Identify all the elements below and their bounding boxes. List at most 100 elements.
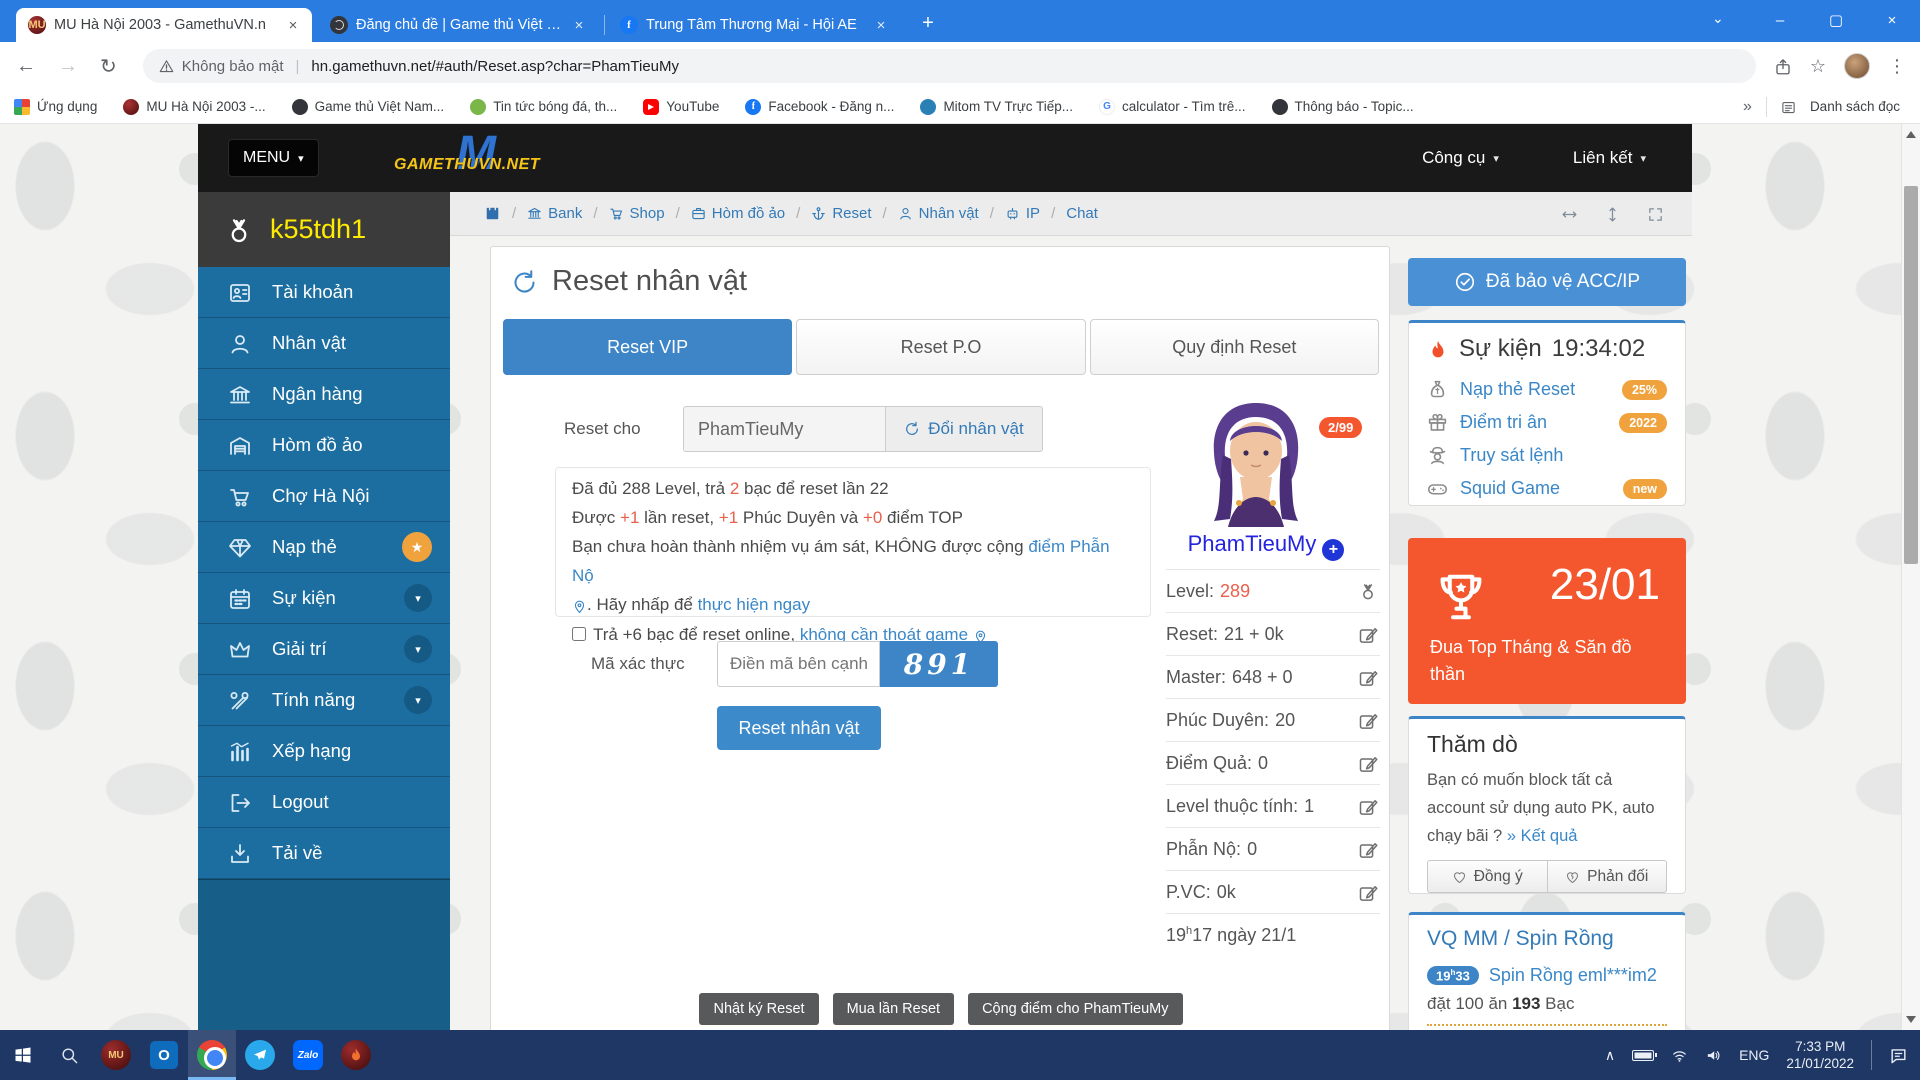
breadcrumb-ip[interactable]: IP (1005, 205, 1040, 222)
captcha-input[interactable] (717, 641, 880, 687)
edit-icon[interactable] (1358, 709, 1378, 732)
wifi-icon[interactable] (1671, 1046, 1688, 1064)
taskbar-app-chrome[interactable] (188, 1030, 236, 1080)
bookmark-item[interactable]: Gcalculator - Tìm trê... (1099, 99, 1246, 115)
bookmark-item[interactable]: YouTube (643, 99, 719, 115)
taskbar-app-mu-launcher[interactable] (332, 1030, 380, 1080)
character-input[interactable] (683, 406, 885, 452)
reload-icon[interactable]: ↻ (100, 54, 117, 79)
edit-icon[interactable] (1358, 838, 1378, 861)
edit-icon[interactable] (1358, 666, 1378, 689)
tray-chevron-up-icon[interactable]: ∧ (1605, 1047, 1615, 1064)
edit-icon[interactable] (1358, 881, 1378, 904)
chevron-down-icon[interactable]: ▾ (404, 635, 432, 663)
taskbar-app-zalo[interactable]: Zalo (284, 1030, 332, 1080)
bookmark-item[interactable]: Tin tức bóng đá, th... (470, 99, 617, 115)
do-now-link[interactable]: thực hiện ngay (698, 595, 811, 614)
taskbar-clock[interactable]: 7:33 PM 21/01/2022 (1786, 1038, 1854, 1072)
nav-item-tools[interactable]: Công cụ▾ (1422, 148, 1499, 168)
tab-reset-po[interactable]: Reset P.O (796, 319, 1085, 375)
reset-log-button[interactable]: Nhật ký Reset (699, 993, 818, 1025)
top-race-banner[interactable]: 23/01 Đua Top Tháng & Săn đồ thần (1408, 538, 1686, 704)
breadcrumb-vault[interactable]: Hòm đồ ảo (691, 205, 785, 222)
scroll-down-arrow[interactable] (1906, 1016, 1916, 1023)
browser-menu-kebab-icon[interactable]: ⋮ (1888, 56, 1906, 77)
sidebar-item-topup[interactable]: Nạp thẻ★ (198, 522, 450, 573)
tab-close-icon[interactable]: × (570, 17, 588, 34)
reading-list-button[interactable]: Danh sách đọc (1781, 98, 1900, 115)
breadcrumb-chat[interactable]: Chat (1066, 205, 1098, 222)
bookmark-item[interactable]: Thông báo - Topic... (1272, 99, 1414, 115)
sidebar-item-logout[interactable]: Logout (198, 777, 450, 828)
taskbar-search-icon[interactable] (46, 1030, 92, 1080)
poll-disagree-button[interactable]: Phản đối (1547, 860, 1668, 893)
tab-close-icon[interactable]: × (284, 17, 302, 34)
sidebar-item-download[interactable]: Tải về (198, 828, 450, 879)
event-link[interactable]: Squid Game (1460, 478, 1560, 499)
swap-vertical-icon[interactable] (1604, 204, 1621, 224)
sidebar-item-bank[interactable]: Ngân hàng (198, 369, 450, 420)
bookmarks-overflow-icon[interactable]: » (1743, 98, 1752, 116)
breadcrumb-character[interactable]: Nhân vật (898, 205, 979, 222)
bookmark-item[interactable]: Game thủ Việt Nam... (292, 99, 445, 115)
apps-shortcut[interactable]: Ứng dụng (14, 99, 97, 115)
back-icon[interactable]: ← (16, 55, 36, 78)
share-icon[interactable] (1774, 56, 1792, 77)
sidebar-item-ranking[interactable]: Xếp hạng (198, 726, 450, 777)
reset-submit-button[interactable]: Reset nhân vật (717, 706, 881, 750)
tab-reset-rules[interactable]: Quy định Reset (1090, 319, 1379, 375)
poll-result-link[interactable]: » Kết quả (1507, 827, 1578, 845)
nav-item-links[interactable]: Liên kết▾ (1573, 148, 1646, 168)
browser-tab[interactable]: f Trung Tâm Thương Mại - Hội AE × (608, 8, 900, 42)
chevron-down-icon[interactable]: ▾ (404, 686, 432, 714)
tab-search-chevron-icon[interactable]: ⌄ (1712, 10, 1724, 27)
language-indicator[interactable]: ENG (1739, 1047, 1769, 1063)
window-maximize-button[interactable]: ▢ (1808, 0, 1864, 42)
start-button[interactable] (0, 1030, 46, 1080)
breadcrumb-reset[interactable]: Reset (811, 205, 871, 222)
browser-tab[interactable]: Đăng chủ đề | Game thủ Việt Nam × (318, 8, 598, 42)
browser-tab-active[interactable]: MU MU Hà Nội 2003 - GamethuVN.n × (16, 8, 312, 42)
window-close-button[interactable]: × (1864, 0, 1920, 42)
notification-center-icon[interactable] (1889, 1046, 1908, 1065)
online-reset-checkbox[interactable] (572, 627, 586, 641)
tab-close-icon[interactable]: × (872, 17, 890, 34)
scrollbar-thumb[interactable] (1904, 186, 1918, 564)
sidebar-item-vault[interactable]: Hòm đồ ảo (198, 420, 450, 471)
plus-icon[interactable]: + (1322, 539, 1344, 561)
buy-reset-button[interactable]: Mua lần Reset (833, 993, 955, 1025)
bookmark-item[interactable]: fFacebook - Đăng n... (745, 99, 894, 115)
volume-icon[interactable] (1705, 1046, 1722, 1064)
chevron-down-icon[interactable]: ▾ (404, 584, 432, 612)
taskbar-app-mu[interactable]: MU (92, 1030, 140, 1080)
home-icon[interactable] (484, 205, 501, 222)
tab-reset-vip[interactable]: Reset VIP (503, 319, 792, 375)
address-bar[interactable]: Không bảo mật | hn.gamethuvn.net/#auth/R… (143, 49, 1756, 83)
sidebar-item-market[interactable]: Chợ Hà Nội (198, 471, 450, 522)
bookmark-item[interactable]: MU Hà Nội 2003 -... (123, 99, 265, 115)
edit-icon[interactable] (1358, 623, 1378, 646)
change-character-button[interactable]: Đổi nhân vật (885, 406, 1043, 452)
character-name[interactable]: PhamTieuMy+ (1141, 531, 1391, 561)
sidebar-item-account[interactable]: Tài khoản (198, 267, 450, 318)
bookmark-item[interactable]: Mitom TV Trực Tiếp... (920, 99, 1073, 115)
fullscreen-icon[interactable] (1647, 204, 1664, 224)
sidebar-item-entertainment[interactable]: Giải trí▾ (198, 624, 450, 675)
taskbar-app-outlook[interactable]: O (140, 1030, 188, 1080)
acc-ip-protected-button[interactable]: Đã bảo vệ ACC/IP (1408, 258, 1686, 306)
profile-avatar[interactable] (1844, 53, 1870, 79)
taskbar-app-telegram[interactable] (236, 1030, 284, 1080)
event-link[interactable]: Điểm tri ân (1460, 412, 1547, 433)
swap-horizontal-icon[interactable] (1561, 204, 1578, 224)
add-points-button[interactable]: Cộng điểm cho PhamTieuMy (968, 993, 1182, 1025)
sidebar-item-features[interactable]: Tính năng▾ (198, 675, 450, 726)
edit-icon[interactable] (1358, 752, 1378, 775)
sidebar-item-events[interactable]: Sự kiện▾ (198, 573, 450, 624)
poll-agree-button[interactable]: Đồng ý (1427, 860, 1547, 893)
battery-icon[interactable] (1632, 1050, 1654, 1061)
event-link[interactable]: Nạp thẻ Reset (1460, 379, 1575, 400)
sidebar-item-character[interactable]: Nhân vật (198, 318, 450, 369)
site-logo[interactable]: M GAMETHUVN.NET (394, 130, 574, 186)
bookmark-star-icon[interactable]: ☆ (1810, 56, 1826, 77)
new-tab-button[interactable]: + (914, 10, 942, 38)
